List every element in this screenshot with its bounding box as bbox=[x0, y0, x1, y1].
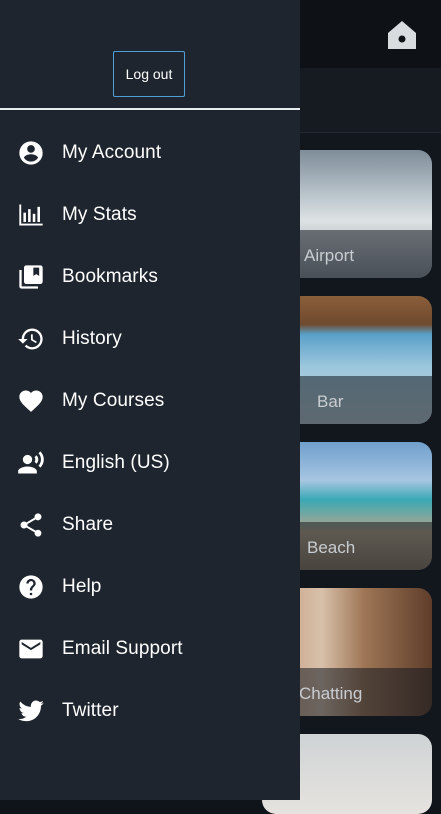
menu-item-share[interactable]: Share bbox=[0, 494, 300, 556]
menu-item-help[interactable]: Help bbox=[0, 556, 300, 618]
navigation-drawer: Log out My Account My Stats Bookmarks Hi… bbox=[0, 0, 300, 800]
card-label: Bar bbox=[317, 392, 344, 411]
menu-item-language[interactable]: English (US) bbox=[0, 432, 300, 494]
card-label: Airport bbox=[304, 246, 355, 265]
menu-item-my-account[interactable]: My Account bbox=[0, 122, 300, 184]
twitter-bird-icon bbox=[17, 697, 45, 725]
history-icon bbox=[17, 325, 45, 353]
bookmarks-icon bbox=[17, 263, 45, 291]
menu-item-history[interactable]: History bbox=[0, 308, 300, 370]
menu-item-label: English (US) bbox=[62, 452, 170, 473]
envelope-icon bbox=[17, 635, 45, 663]
help-circle-icon bbox=[17, 573, 45, 601]
drawer-menu: My Account My Stats Bookmarks History My… bbox=[0, 122, 300, 742]
menu-item-label: Help bbox=[62, 576, 102, 597]
menu-item-label: My Courses bbox=[62, 390, 165, 411]
share-icon bbox=[17, 511, 45, 539]
menu-item-my-stats[interactable]: My Stats bbox=[0, 184, 300, 246]
menu-item-email-support[interactable]: Email Support bbox=[0, 618, 300, 680]
menu-item-label: My Stats bbox=[62, 204, 137, 225]
card-label: Beach bbox=[307, 538, 356, 557]
menu-item-label: Email Support bbox=[62, 638, 183, 659]
drawer-divider bbox=[0, 108, 300, 110]
account-circle-icon bbox=[17, 139, 45, 167]
menu-item-my-courses[interactable]: My Courses bbox=[0, 370, 300, 432]
menu-item-bookmarks[interactable]: Bookmarks bbox=[0, 246, 300, 308]
home-icon[interactable] bbox=[385, 18, 419, 52]
menu-item-label: My Account bbox=[62, 142, 162, 163]
voice-speaker-icon bbox=[17, 449, 45, 477]
card-label: Chatting bbox=[299, 684, 363, 703]
menu-item-label: Twitter bbox=[62, 700, 119, 721]
bar-chart-icon bbox=[17, 201, 45, 229]
heart-icon bbox=[17, 387, 45, 415]
menu-item-label: Bookmarks bbox=[62, 266, 158, 287]
logout-button[interactable]: Log out bbox=[113, 51, 185, 97]
menu-item-twitter[interactable]: Twitter bbox=[0, 680, 300, 742]
menu-item-label: Share bbox=[62, 514, 114, 535]
menu-item-label: History bbox=[62, 328, 122, 349]
